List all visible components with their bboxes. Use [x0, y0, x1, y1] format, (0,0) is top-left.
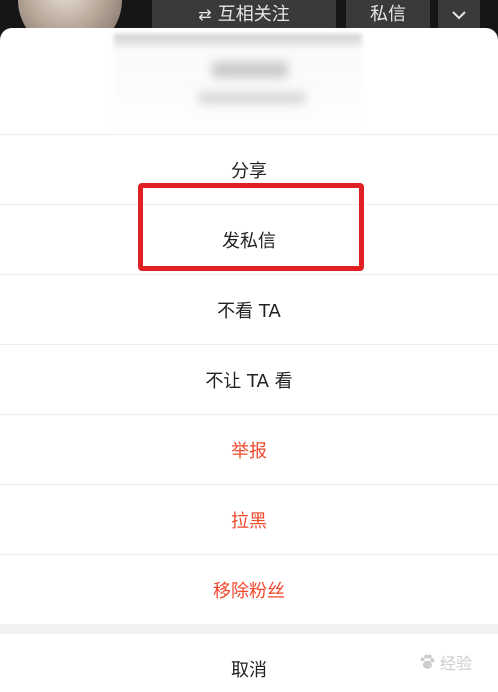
message-button[interactable]: 私信: [346, 0, 430, 30]
blurred-user-subtitle: [198, 92, 306, 104]
option-send-private-message[interactable]: 发私信: [0, 204, 498, 274]
option-remove-follower[interactable]: 移除粉丝: [0, 554, 498, 624]
swap-arrows-icon: ⇄: [198, 5, 212, 24]
paw-logo-icon: [420, 654, 435, 669]
watermark-text: 经验: [439, 654, 472, 673]
mutual-follow-button[interactable]: ⇄ 互相关注: [152, 0, 336, 30]
option-share[interactable]: 分享: [0, 134, 498, 204]
sheet-user-header: [0, 28, 498, 134]
chevron-down-icon: [452, 11, 466, 20]
blurred-user-area: [114, 48, 362, 132]
action-sheet: 分享 发私信 不看 TA 不让 TA 看 举报 拉黑 移除粉丝 取消: [0, 28, 498, 692]
more-button[interactable]: [438, 0, 480, 30]
mutual-follow-label: 互相关注: [217, 4, 290, 25]
message-label: 私信: [370, 4, 406, 25]
blurred-strip: [114, 34, 362, 48]
separator: [0, 624, 498, 634]
watermark: 经验: [418, 650, 472, 674]
blurred-username: [212, 62, 288, 78]
option-block[interactable]: 拉黑: [0, 484, 498, 554]
option-report[interactable]: 举报: [0, 414, 498, 484]
option-hide-their-posts[interactable]: 不看 TA: [0, 274, 498, 344]
option-hide-my-posts[interactable]: 不让 TA 看: [0, 344, 498, 414]
